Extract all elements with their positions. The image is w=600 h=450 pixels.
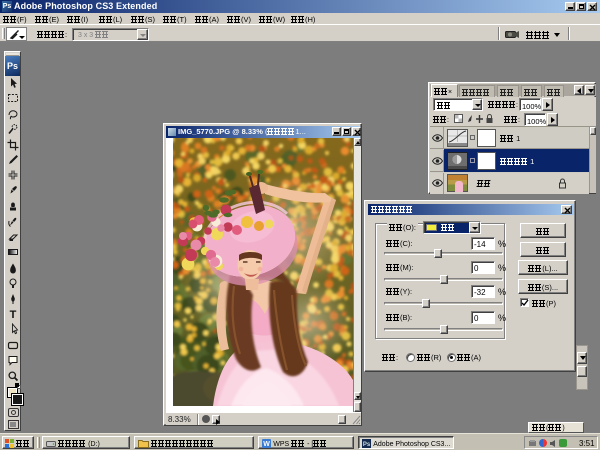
svg-text:T: T: [10, 309, 17, 320]
svg-text:Ps: Ps: [363, 442, 371, 448]
svg-text:W: W: [263, 441, 270, 448]
